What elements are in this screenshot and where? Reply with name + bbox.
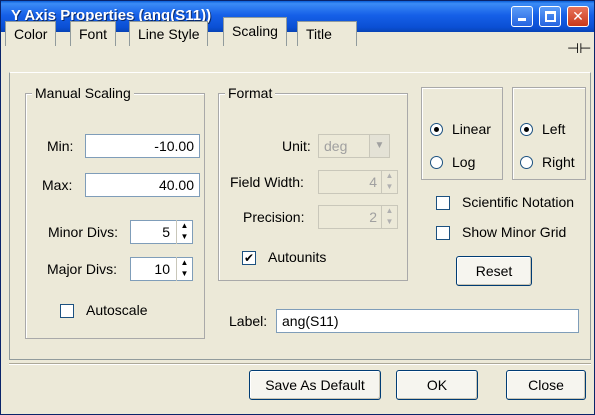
- group-title: Manual Scaling: [32, 85, 134, 101]
- scientific-notation-label: Scientific Notation: [462, 194, 575, 210]
- min-label: Min:: [47, 138, 74, 154]
- maximize-icon: [545, 11, 556, 22]
- autoscale-checkbox[interactable]: [60, 304, 74, 318]
- linear-label: Linear: [452, 121, 491, 137]
- show-minor-grid-checkbox[interactable]: [436, 226, 450, 240]
- spin-down-icon[interactable]: ▼: [382, 181, 397, 192]
- spin-up-icon[interactable]: ▲: [382, 205, 397, 216]
- dialog-window: Y Axis Properties (ang(S11)) ✕ Color Fon…: [0, 0, 595, 415]
- close-icon: ✕: [572, 8, 584, 24]
- maximize-button[interactable]: [539, 6, 561, 27]
- unit-label: Unit:: [282, 138, 311, 154]
- field-width-value: 4: [369, 174, 377, 190]
- tab-label: Scaling: [232, 23, 278, 39]
- chevron-down-icon[interactable]: ▼: [369, 135, 389, 157]
- left-label: Left: [542, 121, 566, 137]
- minimize-icon: [518, 18, 526, 21]
- radio-selected-dot: [524, 127, 529, 132]
- minor-divs-spinner[interactable]: ▲ ▼: [176, 220, 192, 244]
- tab-color[interactable]: Color: [5, 21, 57, 46]
- autounits-checkbox[interactable]: ✔: [242, 251, 256, 265]
- minor-divs-input[interactable]: 5 ▲ ▼: [130, 220, 193, 244]
- major-divs-spinner[interactable]: ▲ ▼: [176, 257, 192, 281]
- spin-up-icon[interactable]: ▲: [177, 220, 192, 231]
- close-window-button[interactable]: ✕: [567, 6, 589, 27]
- max-input[interactable]: 40.00: [85, 173, 200, 197]
- spin-down-icon[interactable]: ▼: [177, 231, 192, 242]
- spin-down-icon[interactable]: ▼: [177, 268, 192, 279]
- save-as-default-button[interactable]: Save As Default: [249, 370, 381, 400]
- min-input[interactable]: -10.00: [85, 134, 200, 158]
- tab-scaling[interactable]: Scaling: [223, 17, 287, 46]
- tab-font[interactable]: Font: [70, 21, 117, 46]
- precision-spinner[interactable]: ▲ ▼: [381, 205, 397, 229]
- reset-button[interactable]: Reset: [456, 256, 532, 286]
- right-label: Right: [542, 154, 575, 170]
- tab-label: Line Style: [138, 26, 200, 42]
- minor-divs-label: Minor Divs:: [48, 224, 119, 240]
- major-divs-label: Major Divs:: [47, 261, 118, 277]
- scaling-panel: Manual Scaling Min: -10.00 Max: 40.00 Mi…: [9, 72, 591, 360]
- field-width-spinner[interactable]: ▲ ▼: [381, 170, 397, 194]
- major-divs-input[interactable]: 10 ▲ ▼: [130, 257, 193, 281]
- pin-icon[interactable]: ⊣⊢: [567, 40, 591, 57]
- radio-selected-dot: [434, 127, 439, 132]
- spin-up-icon[interactable]: ▲: [177, 257, 192, 268]
- tab-label: Title: [306, 26, 332, 42]
- log-label: Log: [452, 154, 476, 170]
- autoscale-label: Autoscale: [86, 302, 148, 318]
- minor-divs-value: 5: [162, 224, 170, 240]
- group-title: Format: [225, 85, 276, 101]
- unit-select[interactable]: deg ▼: [318, 134, 390, 158]
- log-radio[interactable]: [430, 156, 443, 169]
- scientific-notation-checkbox[interactable]: [436, 196, 450, 210]
- unit-value: deg: [324, 138, 348, 154]
- tab-label: Color: [14, 26, 48, 42]
- tab-line-style[interactable]: Line Style: [129, 21, 209, 46]
- tab-title[interactable]: Title: [297, 21, 357, 46]
- autounits-label: Autounits: [268, 249, 327, 265]
- minimize-button[interactable]: [511, 6, 533, 27]
- field-width-label: Field Width:: [230, 174, 304, 190]
- show-minor-grid-label: Show Minor Grid: [462, 224, 567, 240]
- linear-radio[interactable]: [430, 123, 443, 136]
- spin-up-icon[interactable]: ▲: [382, 170, 397, 181]
- max-label: Max:: [42, 177, 73, 193]
- major-divs-value: 10: [154, 261, 170, 277]
- tab-label: Font: [79, 26, 108, 42]
- ok-button[interactable]: OK: [396, 370, 478, 400]
- field-width-input[interactable]: 4 ▲ ▼: [318, 170, 398, 194]
- precision-value: 2: [369, 209, 377, 225]
- left-radio[interactable]: [520, 123, 533, 136]
- precision-label: Precision:: [243, 209, 305, 225]
- axis-label-label: Label:: [229, 313, 268, 329]
- right-radio[interactable]: [520, 156, 533, 169]
- footer-divider: [9, 363, 591, 365]
- axis-label-input[interactable]: ang(S11): [276, 309, 579, 333]
- close-button[interactable]: Close: [506, 370, 586, 400]
- spin-down-icon[interactable]: ▼: [382, 216, 397, 227]
- precision-input[interactable]: 2 ▲ ▼: [318, 205, 398, 229]
